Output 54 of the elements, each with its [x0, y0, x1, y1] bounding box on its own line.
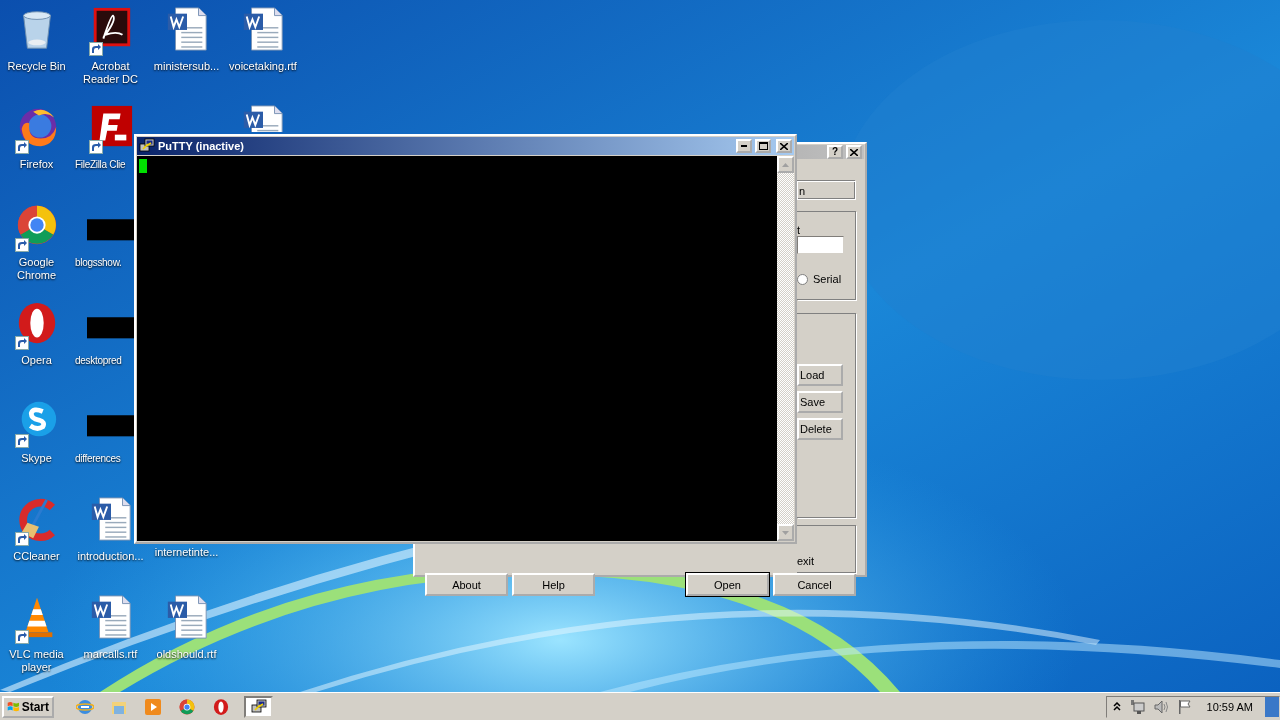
dialog-button[interactable]: About	[425, 573, 508, 596]
session-button[interactable]: Delete	[797, 418, 843, 440]
scroll-down-button[interactable]	[777, 524, 794, 541]
maximize-icon	[758, 142, 768, 150]
option-label: exit	[797, 555, 816, 567]
arrow-down-icon	[782, 530, 789, 535]
terminal-app-icon[interactable]	[250, 698, 267, 715]
start-button[interactable]: Start	[2, 695, 54, 718]
icon-label: marcalls.rtf	[82, 648, 139, 661]
taskbar-button[interactable]	[244, 695, 273, 718]
maximize-button[interactable]	[755, 139, 771, 153]
help-button[interactable]: ?	[827, 145, 843, 159]
icon-label: internetinte...	[153, 546, 220, 559]
group-label: t	[797, 224, 802, 236]
icon-label: CCleaner	[12, 550, 61, 563]
icon-label: Opera	[20, 354, 53, 367]
terminal-app-icon	[139, 138, 155, 154]
icon-label: VLC media player	[8, 648, 65, 674]
icon-label: Recycle Bin	[6, 60, 67, 73]
field-text[interactable]: n	[797, 181, 856, 200]
network-icon[interactable]	[1128, 698, 1145, 715]
dialog-button[interactable]: Cancel	[773, 573, 856, 596]
text-cursor	[139, 159, 147, 173]
arrow-up-icon	[782, 162, 789, 167]
scrollbar[interactable]	[777, 156, 794, 541]
close-icon	[850, 148, 858, 156]
session-button[interactable]: Load	[797, 364, 843, 386]
chevron-up-icon[interactable]	[1112, 702, 1121, 711]
icon-label: differences	[75, 452, 121, 465]
icon-label: introduction...	[76, 550, 145, 563]
session-button[interactable]: Save	[797, 391, 843, 413]
close-button[interactable]	[776, 139, 792, 153]
speaker-icon[interactable]	[1152, 698, 1169, 715]
minimize-button[interactable]	[736, 139, 752, 153]
clock[interactable]: 10:59 AM	[1206, 700, 1253, 713]
icon-label: blogsshow.	[75, 256, 122, 269]
icon-label: Firefox	[18, 158, 55, 171]
close-button[interactable]	[846, 145, 862, 159]
minimize-icon	[741, 145, 747, 147]
icon-label: Google Chrome	[15, 256, 58, 282]
close-icon	[780, 142, 788, 150]
dialog-button[interactable]: Help	[512, 573, 595, 596]
window-title: PuTTY (inactive)	[158, 140, 245, 152]
icon-label: Acrobat Reader DC	[82, 60, 139, 86]
icon-label: voicetaking.rtf	[228, 60, 298, 73]
icon-label: FileZilla Clie	[75, 158, 126, 171]
input-field[interactable]	[797, 236, 844, 254]
icon-label: ministersub...	[152, 60, 221, 73]
radio-label: Serial	[813, 273, 842, 285]
icon-label: oldshould.rtf	[155, 648, 218, 661]
dialog-button[interactable]: Open	[686, 573, 769, 596]
flag-icon[interactable]	[1176, 698, 1193, 715]
icon-label: Skype	[20, 452, 53, 465]
icon-label: desktopred	[75, 354, 122, 367]
